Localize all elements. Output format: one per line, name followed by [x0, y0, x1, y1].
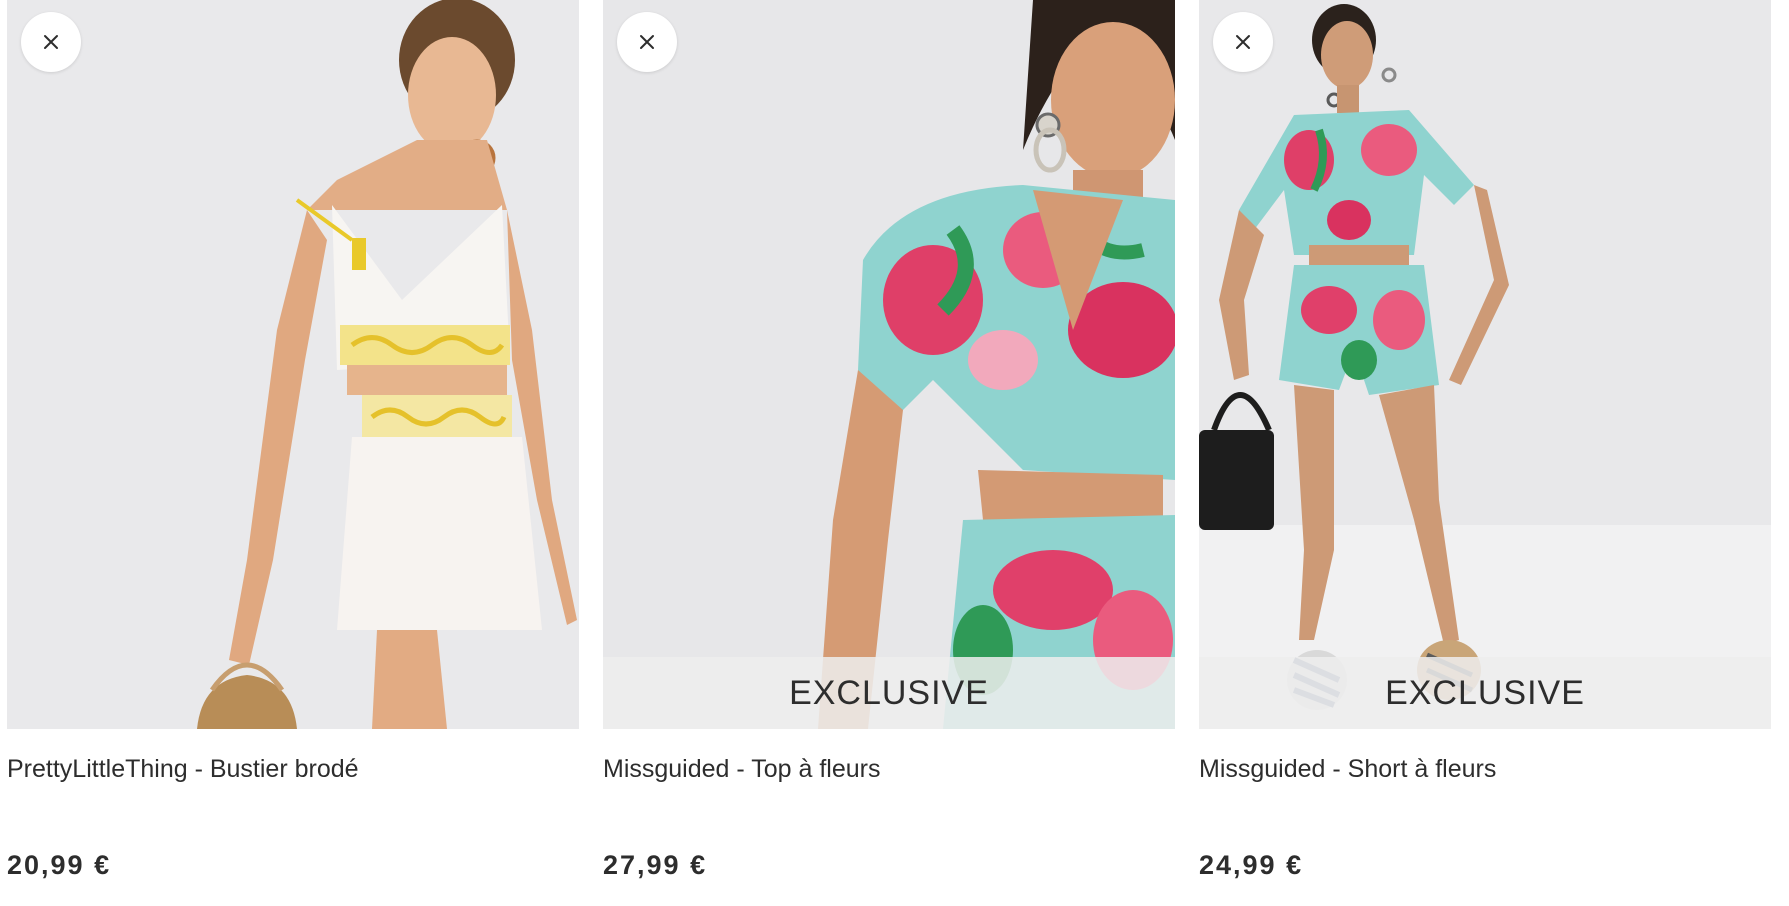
close-icon — [1236, 35, 1250, 49]
remove-item-button[interactable] — [1213, 12, 1273, 72]
saved-items-grid: PrettyLittleThing - Bustier brodé 20,99 … — [0, 0, 1789, 906]
product-card: EXCLUSIVE Missguided - Short à fleurs 24… — [1199, 0, 1771, 880]
product-price: 20,99 € — [7, 850, 112, 880]
product-image[interactable]: EXCLUSIVE — [1199, 0, 1771, 729]
close-icon — [44, 35, 58, 49]
exclusive-badge: EXCLUSIVE — [603, 657, 1175, 729]
product-title[interactable]: Missguided - Short à fleurs — [1199, 753, 1771, 785]
product-title[interactable]: Missguided - Top à fleurs — [603, 753, 1175, 785]
product-image[interactable]: EXCLUSIVE — [603, 0, 1175, 729]
remove-item-button[interactable] — [617, 12, 677, 72]
product-card: PrettyLittleThing - Bustier brodé 20,99 … — [7, 0, 579, 880]
product-image[interactable] — [7, 0, 579, 729]
product-photo-illustration — [7, 0, 579, 729]
remove-item-button[interactable] — [21, 12, 81, 72]
product-card: EXCLUSIVE Missguided - Top à fleurs 27,9… — [603, 0, 1175, 880]
exclusive-badge: EXCLUSIVE — [1199, 657, 1771, 729]
product-price: 24,99 € — [1199, 850, 1304, 880]
product-photo-illustration — [603, 0, 1175, 729]
product-title[interactable]: PrettyLittleThing - Bustier brodé — [7, 753, 579, 785]
close-icon — [640, 35, 654, 49]
product-price: 27,99 € — [603, 850, 708, 880]
product-photo-illustration — [1199, 0, 1771, 729]
